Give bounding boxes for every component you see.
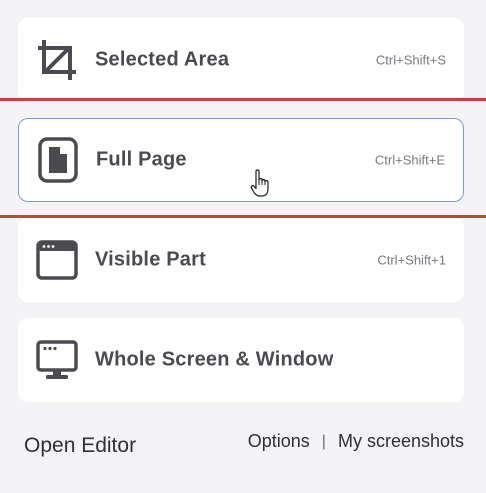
capture-selected-area-button[interactable]: Selected Area Ctrl+Shift+S <box>18 18 464 102</box>
visible-part-label: Visible Part <box>95 248 206 271</box>
full-page-label: Full Page <box>96 148 187 171</box>
whole-screen-label: Whole Screen & Window <box>95 348 334 371</box>
browser-window-icon <box>36 237 78 283</box>
monitor-icon <box>36 337 78 383</box>
options-link[interactable]: Options <box>248 431 310 452</box>
selected-area-shortcut: Ctrl+Shift+S <box>375 52 446 68</box>
capture-full-page-button[interactable]: Full Page Ctrl+Shift+E <box>18 118 464 202</box>
full-page-shortcut: Ctrl+Shift+E <box>374 152 445 168</box>
capture-whole-screen-button[interactable]: Whole Screen & Window <box>18 318 464 402</box>
selected-area-label: Selected Area <box>95 48 230 71</box>
my-screenshots-link[interactable]: My screenshots <box>338 431 464 452</box>
crop-icon <box>36 37 78 83</box>
visible-part-shortcut: Ctrl+Shift+1 <box>377 252 446 268</box>
capture-visible-part-button[interactable]: Visible Part Ctrl+Shift+1 <box>18 218 464 302</box>
footer-links: Options | My screenshots <box>248 431 464 452</box>
open-editor-link[interactable]: Open Editor <box>24 434 136 458</box>
footer-separator: | <box>321 432 326 450</box>
document-icon <box>37 137 79 183</box>
